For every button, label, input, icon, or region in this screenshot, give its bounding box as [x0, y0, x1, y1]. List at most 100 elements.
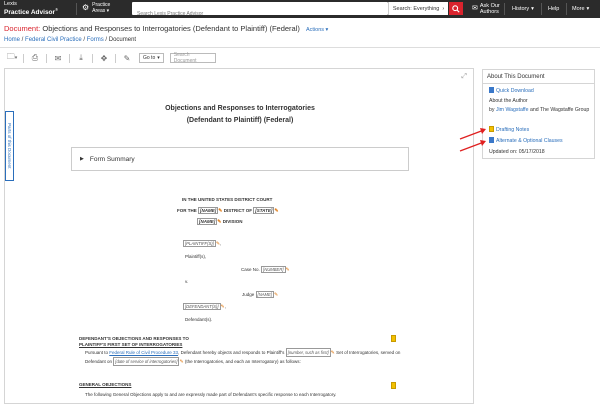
- annotation-arrows: [459, 128, 486, 152]
- chevron-down-icon: ▾: [106, 8, 110, 14]
- document-heading-line-2: (Defendant to Plaintiff) (Federal): [186, 117, 294, 124]
- intro-paragraph: Pursuant to Federal Rule of Civil Proced…: [85, 348, 405, 366]
- drafting-note-icon[interactable]: [391, 335, 396, 342]
- pencil-icon[interactable]: ✎: [179, 359, 183, 365]
- history-menu[interactable]: History ▾: [512, 0, 534, 18]
- division-text: DIVISION: [222, 219, 243, 224]
- goto-dropdown[interactable]: Go to ▾: [139, 53, 164, 63]
- pencil-icon[interactable]: ✎: [274, 292, 278, 298]
- drafting-notes-link[interactable]: Drafting Notes: [496, 127, 529, 133]
- general-objections-heading: GENERAL OBJECTIONS: [79, 382, 132, 387]
- document-search-input[interactable]: Search Document: [169, 52, 216, 64]
- document-viewer: ⤢ Parts of this Document Objections and …: [4, 68, 474, 404]
- annotate-icon: ✎: [123, 53, 131, 63]
- triangle-right-icon: ▶: [80, 156, 84, 162]
- breadcrumb-home[interactable]: Home: [4, 37, 20, 43]
- pencil-icon[interactable]: ✎: [221, 304, 225, 310]
- pencil-icon[interactable]: ✎: [331, 350, 335, 356]
- chevron-down-icon: ▾: [531, 6, 534, 12]
- global-search-input[interactable]: [132, 7, 388, 21]
- service-date-placeholder[interactable]: [date of service of interrogatories]: [113, 357, 180, 366]
- defendants-label: Defendant(s).: [185, 317, 213, 322]
- arrow-line: [459, 141, 485, 152]
- lexis-logo[interactable]: Lexis Practice Advisor®: [4, 1, 58, 16]
- help-link[interactable]: Help: [548, 0, 559, 18]
- download-button[interactable]: ⤓: [73, 52, 89, 64]
- para1-b: , Defendant hereby objects and responds …: [178, 350, 285, 355]
- author-link[interactable]: Jim Wagstaffe: [496, 107, 529, 113]
- state-placeholder[interactable]: [STATE]: [253, 207, 275, 214]
- updated-date: Updated on: 05/17/2018: [489, 149, 545, 155]
- name-placeholder[interactable]: [NAME]: [198, 207, 219, 214]
- email-button[interactable]: ✉: [50, 52, 66, 64]
- top-navigation-bar: Lexis Practice Advisor® ⚙ Practice Areas…: [0, 0, 600, 21]
- about-panel-header: About This Document: [483, 70, 594, 84]
- case-no-text: Case No.: [241, 267, 260, 272]
- frcp-33-link[interactable]: Federal Rule of Civil Procedure 33: [109, 350, 178, 355]
- division-name-placeholder[interactable]: [NAME]: [197, 218, 218, 225]
- breadcrumb-federal-civil-practice[interactable]: Federal Civil Practice: [25, 37, 82, 43]
- search-button[interactable]: [449, 2, 463, 15]
- expand-icon[interactable]: ⤢: [461, 73, 467, 81]
- more-menu[interactable]: More ▾: [572, 0, 589, 18]
- judge-name-placeholder[interactable]: [NAME]: [255, 291, 274, 298]
- defendants-placeholder[interactable]: [DEFENDANT(S)]: [183, 303, 221, 310]
- plaintiffs-placeholder[interactable]: [PLAINTIFF(S)]: [183, 240, 216, 247]
- document-heading: Objections and Responses to Interrogator…: [5, 103, 473, 127]
- folder-icon: 🗀: [6, 52, 15, 61]
- chevron-right-icon: ›: [442, 5, 445, 12]
- chevron-down-icon: ▾: [157, 55, 160, 61]
- drafting-notes-row: Drafting Notes: [489, 126, 529, 134]
- document-icon: [489, 126, 494, 132]
- share-button[interactable]: ✥: [96, 52, 112, 64]
- parts-of-document-label: Parts of this Document: [7, 123, 12, 169]
- brand-mark: ®: [55, 7, 59, 12]
- set-number-placeholder[interactable]: [number, such as first]: [285, 348, 331, 357]
- email-icon: ✉: [54, 53, 62, 63]
- alternate-clauses-link[interactable]: Alternate & Optional Clauses: [496, 138, 563, 144]
- pencil-icon[interactable]: ✎: [218, 208, 222, 214]
- search-scope-label: Search: Everything: [392, 5, 440, 12]
- folder-button[interactable]: 🗀 ▾: [4, 52, 20, 64]
- divider: [92, 53, 93, 63]
- practice-areas-menu[interactable]: ⚙ Practice Areas ▾: [82, 2, 110, 14]
- divider: [23, 53, 24, 63]
- case-number-placeholder[interactable]: [NUMBER]: [261, 266, 286, 273]
- plaintiffs-label: Plaintiff(s),: [185, 254, 207, 259]
- divider: [504, 3, 505, 15]
- ask-line-2: Authors: [479, 9, 499, 15]
- pencil-icon[interactable]: ✎: [216, 241, 220, 247]
- print-button[interactable]: ⎙: [27, 52, 43, 64]
- history-label: History: [512, 6, 530, 12]
- author-rest: and The Wagstaffe Group: [529, 107, 590, 113]
- pencil-icon[interactable]: ✎: [217, 219, 221, 225]
- alternate-clauses-row: Alternate & Optional Clauses: [489, 137, 563, 145]
- global-search-box: [132, 2, 388, 21]
- para1-c: Set of: [336, 350, 348, 355]
- district-line: FOR THE [NAME] ✎ DISTRICT OF [STATE] ✎: [177, 207, 279, 214]
- judge-line: Judge [NAME] ✎: [242, 291, 278, 298]
- annotate-button[interactable]: ✎: [119, 52, 135, 64]
- divider: [69, 53, 70, 63]
- ask-our-authors-link[interactable]: ✉ Ask Our Authors: [472, 0, 500, 18]
- form-summary-toggle[interactable]: ▶ Form Summary: [71, 147, 409, 171]
- quick-download-link[interactable]: Quick Download: [496, 88, 534, 94]
- judge-text: Judge: [242, 292, 255, 297]
- breadcrumb-forms[interactable]: Forms: [87, 37, 104, 43]
- page-title: Document: Objections and Responses to In…: [4, 24, 328, 33]
- court-caption: IN THE UNITED STATES DISTRICT COURT: [182, 197, 273, 202]
- pencil-icon[interactable]: ✎: [274, 208, 278, 214]
- objections-heading: DEFENDANT'S OBJECTIONS AND RESPONSES TO …: [79, 336, 189, 348]
- plaintiffs-line: [PLAINTIFF(S)] ✎,: [183, 240, 222, 247]
- grid-icon: ⚙: [82, 3, 90, 12]
- divider: [115, 53, 116, 63]
- search-scope-dropdown[interactable]: Search: Everything ›: [388, 2, 448, 15]
- breadcrumb: Home / Federal Civil Practice / Forms / …: [4, 37, 137, 43]
- drafting-note-icon[interactable]: [391, 382, 396, 389]
- chat-icon: ✉: [472, 5, 478, 12]
- by-text: by: [489, 107, 495, 113]
- document-toolbar: 🗀 ▾ ⎙ ✉ ⤓ ✥ ✎ Go to ▾ Search Document: [4, 52, 216, 64]
- actions-dropdown[interactable]: Actions ▾: [306, 27, 328, 33]
- pencil-icon[interactable]: ✎: [286, 267, 290, 273]
- divider: [566, 3, 567, 15]
